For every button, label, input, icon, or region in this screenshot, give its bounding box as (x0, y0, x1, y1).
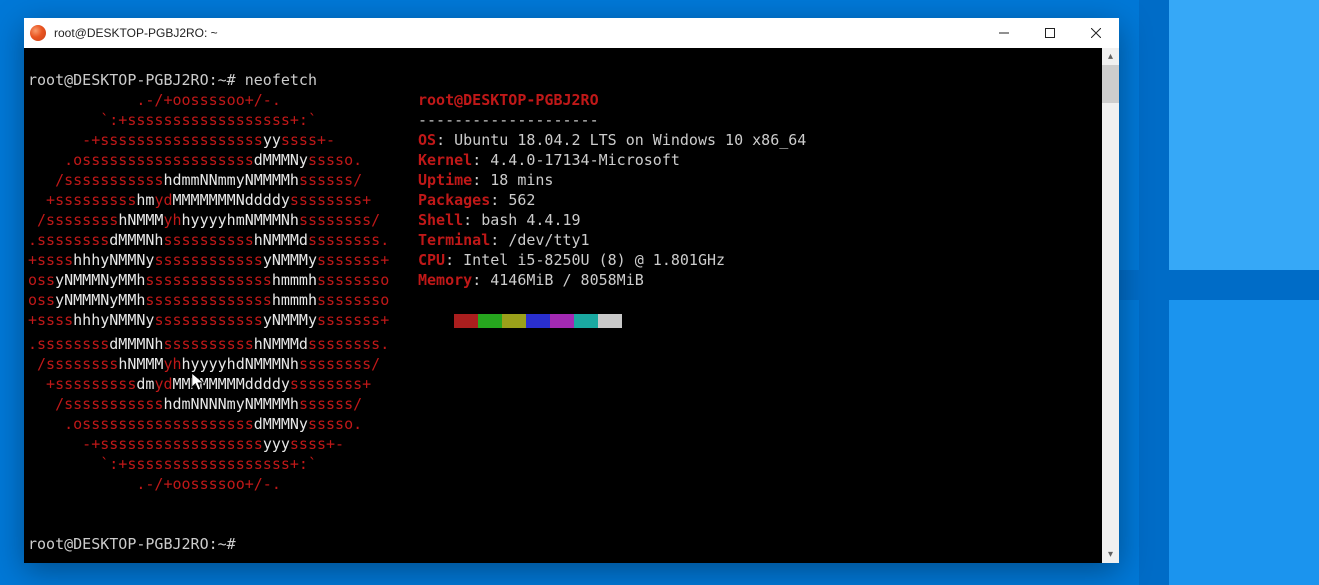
minimize-button[interactable] (981, 18, 1027, 48)
terminal-window: root@DESKTOP-PGBJ2RO: ~ root@DESKTOP-PGB… (24, 18, 1119, 563)
prompt-prefix: root@DESKTOP-PGBJ2RO:~# (28, 71, 245, 89)
wallpaper-tile-a (1169, 0, 1319, 270)
desktop-background: root@DESKTOP-PGBJ2RO: ~ root@DESKTOP-PGB… (0, 0, 1319, 585)
scroll-up-arrow[interactable]: ▴ (1102, 48, 1119, 65)
terminal-body[interactable]: root@DESKTOP-PGBJ2RO:~# neofetch .-/+oos… (24, 48, 1119, 563)
scroll-thumb[interactable] (1102, 65, 1119, 103)
wallpaper-stripe-h (1119, 270, 1319, 300)
scrollbar[interactable]: ▴ ▾ (1102, 48, 1119, 563)
wallpaper-tile-b (1169, 300, 1319, 585)
close-button[interactable] (1073, 18, 1119, 48)
prompt-line-2: root@DESKTOP-PGBJ2RO:~# (28, 535, 245, 553)
titlebar[interactable]: root@DESKTOP-PGBJ2RO: ~ (24, 18, 1119, 48)
entered-command: neofetch (245, 71, 317, 89)
ubuntu-icon (30, 25, 46, 41)
window-title: root@DESKTOP-PGBJ2RO: ~ (54, 26, 218, 40)
maximize-button[interactable] (1027, 18, 1073, 48)
scroll-down-arrow[interactable]: ▾ (1102, 546, 1119, 563)
terminal-output: root@DESKTOP-PGBJ2RO:~# neofetch .-/+oos… (24, 48, 1102, 563)
neofetch-output: .-/+oossssoo+/-. root@DESKTOP-PGBJ2RO `:… (28, 90, 1098, 514)
